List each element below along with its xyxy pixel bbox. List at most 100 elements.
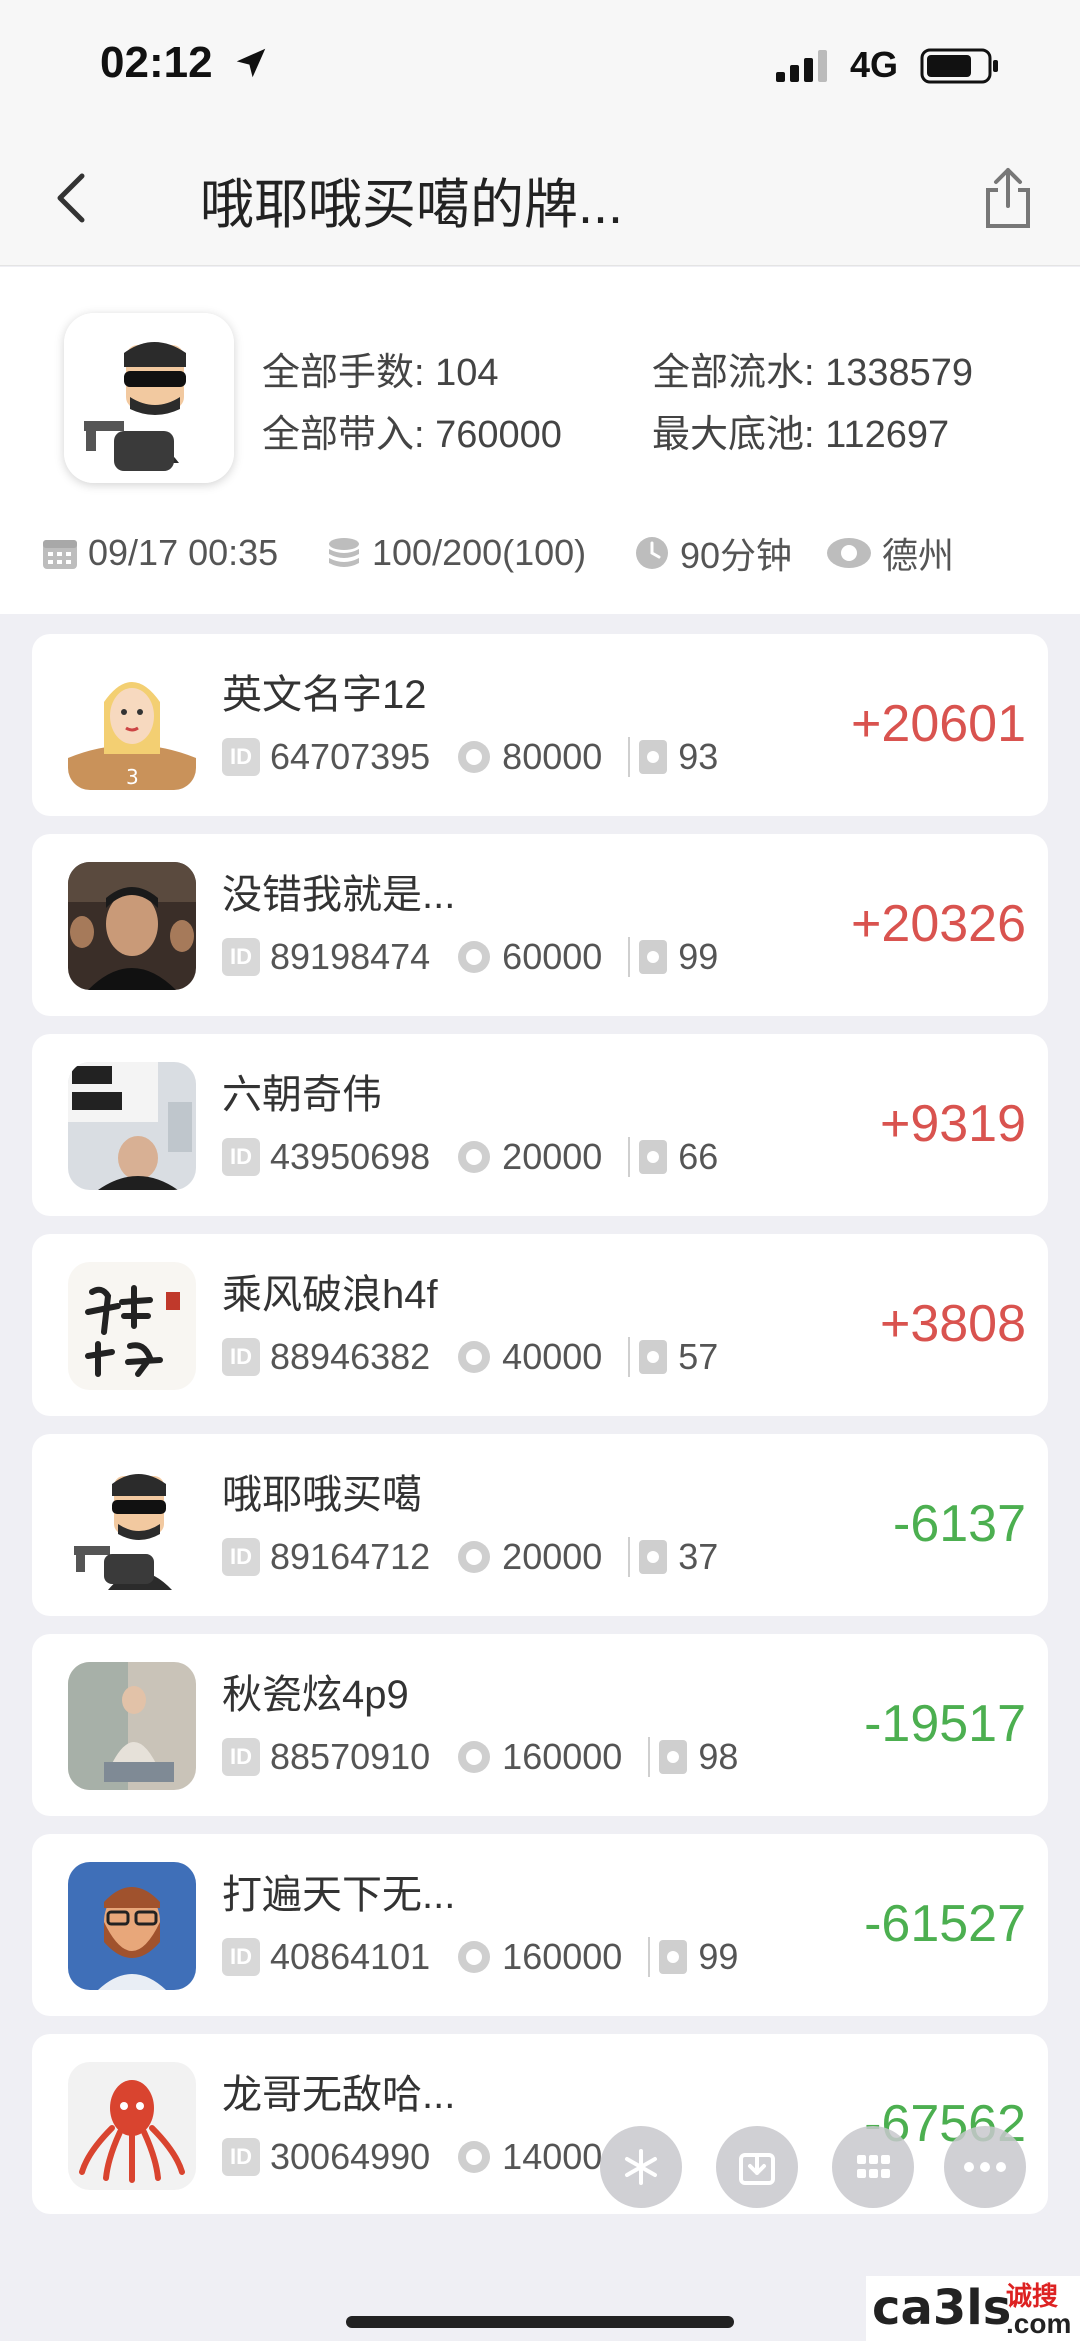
player-card[interactable]: 3 英文名字12 ID 64707395 80000 93 +20601 bbox=[32, 634, 1048, 816]
calendar-icon bbox=[43, 540, 77, 569]
player-id: 89164712 bbox=[270, 1536, 431, 1577]
player-card[interactable]: 打遍天下无... ID 40864101 160000 99 -61527 bbox=[32, 1834, 1048, 2016]
player-card[interactable]: 六朝奇伟 ID 43950698 20000 66 +9319 bbox=[32, 1034, 1048, 1216]
player-buyin: 20000 bbox=[502, 1136, 603, 1177]
share-icon[interactable] bbox=[978, 166, 1038, 230]
player-hands: 99 bbox=[678, 936, 719, 977]
chip-icon bbox=[458, 1541, 491, 1573]
max-pot: 最大底池: 112697 bbox=[652, 403, 949, 458]
player-stats: ID 89198474 60000 99 bbox=[222, 932, 718, 982]
player-buyin: 60000 bbox=[502, 936, 603, 977]
player-stats: ID 43950698 20000 66 bbox=[222, 1132, 718, 1182]
more-dots-icon bbox=[964, 2162, 1006, 2172]
player-stats: ID 88946382 40000 57 bbox=[222, 1332, 718, 1382]
player-avatar bbox=[68, 2062, 196, 2190]
total-flow: 全部流水: 1338579 bbox=[652, 341, 973, 396]
player-avatar bbox=[68, 1062, 196, 1190]
movie-photo-avatar-icon bbox=[68, 862, 196, 990]
player-id: 89198474 bbox=[270, 936, 431, 977]
player-buyin: 160000 bbox=[502, 1936, 623, 1977]
gangster-avatar-icon bbox=[68, 1462, 196, 1590]
max-pot-label: 最大底池: bbox=[652, 414, 815, 456]
game-blinds: 100/200(100) bbox=[326, 525, 586, 581]
player-buyin: 40000 bbox=[502, 1336, 603, 1377]
player-name: 英文名字12 bbox=[222, 673, 427, 717]
id-icon: ID bbox=[222, 738, 260, 776]
download-button[interactable] bbox=[716, 2126, 798, 2208]
battery-icon bbox=[920, 48, 998, 84]
chip-icon bbox=[458, 1941, 491, 1973]
location-arrow-icon bbox=[236, 48, 266, 78]
id-icon: ID bbox=[222, 1338, 260, 1376]
player-card[interactable]: 秋瓷炫4p9 ID 88570910 160000 98 -19517 bbox=[32, 1634, 1048, 1816]
player-name: 哦耶哦买噶 bbox=[222, 1473, 422, 1517]
player-hands: 99 bbox=[698, 1936, 739, 1977]
watermark-text: ca3ls bbox=[872, 2280, 1012, 2336]
player-id: 64707395 bbox=[270, 736, 431, 777]
chip-icon bbox=[458, 2141, 491, 2173]
game-duration: 90分钟 bbox=[634, 525, 792, 581]
total-buyin-label: 全部带入: bbox=[262, 414, 425, 456]
game-date: 09/17 00:35 bbox=[42, 525, 278, 581]
game-duration-value: 90分钟 bbox=[680, 535, 793, 576]
player-card[interactable]: 乘风破浪h4f ID 88946382 40000 57 +3808 bbox=[32, 1234, 1048, 1416]
player-stats: ID 64707395 80000 93 bbox=[222, 732, 718, 782]
player-name: 打遍天下无... bbox=[222, 1873, 456, 1917]
card-icon bbox=[659, 1740, 688, 1774]
sign-photo-avatar-icon bbox=[68, 1062, 196, 1190]
bearded-man-avatar-icon bbox=[68, 1862, 196, 1990]
clock-icon bbox=[636, 537, 668, 569]
player-card[interactable]: 没错我就是... ID 89198474 60000 99 +20326 bbox=[32, 834, 1048, 1016]
octopus-avatar-icon bbox=[68, 2062, 196, 2190]
player-stats: ID 40864101 160000 99 bbox=[222, 1932, 738, 1982]
coins-icon bbox=[329, 538, 359, 567]
id-icon: ID bbox=[222, 1938, 260, 1976]
player-avatar bbox=[68, 1262, 196, 1390]
chip-icon bbox=[458, 1741, 491, 1773]
more-button[interactable] bbox=[944, 2126, 1026, 2208]
player-score: +20326 bbox=[851, 895, 1026, 953]
player-hands: 66 bbox=[678, 1136, 719, 1177]
back-arrow-icon[interactable] bbox=[52, 170, 92, 226]
player-score: +9319 bbox=[879, 1095, 1026, 1153]
player-id: 40864101 bbox=[270, 1936, 431, 1977]
card-icon bbox=[659, 1940, 688, 1974]
grid-button[interactable] bbox=[832, 2126, 914, 2208]
nav-bar: 哦耶哦买噶的牌... bbox=[0, 130, 1080, 266]
player-id: 88946382 bbox=[270, 1336, 431, 1377]
player-hands: 57 bbox=[678, 1336, 719, 1377]
status-bar: 02:12 4G bbox=[0, 0, 1080, 130]
max-pot-value: 112697 bbox=[825, 414, 950, 456]
chip-icon bbox=[458, 1341, 491, 1373]
player-name: 没错我就是... bbox=[222, 873, 456, 917]
player-name: 龙哥无敌哈... bbox=[222, 2073, 456, 2117]
player-buyin: 20000 bbox=[502, 1536, 603, 1577]
id-icon: ID bbox=[222, 1538, 260, 1576]
player-score: +3808 bbox=[879, 1295, 1026, 1353]
total-hands-value: 104 bbox=[435, 352, 499, 394]
player-avatar: 3 bbox=[68, 662, 196, 790]
player-name: 六朝奇伟 bbox=[222, 1073, 382, 1117]
player-hands: 98 bbox=[698, 1736, 739, 1777]
player-stats: ID 88570910 160000 98 bbox=[222, 1732, 738, 1782]
status-time: 02:12 bbox=[100, 38, 213, 87]
game-date-value: 09/17 00:35 bbox=[88, 532, 279, 573]
id-icon: ID bbox=[222, 1738, 260, 1776]
network-label: 4G bbox=[850, 44, 899, 85]
svg-text:3: 3 bbox=[126, 765, 139, 789]
player-avatar bbox=[68, 1662, 196, 1790]
watermark-suffix: .com bbox=[1006, 2308, 1072, 2339]
player-avatar bbox=[68, 1862, 196, 1990]
sparkle-icon bbox=[625, 2149, 657, 2185]
girl-avatar-icon: 3 bbox=[68, 662, 196, 790]
player-avatar bbox=[68, 1462, 196, 1590]
star-button[interactable] bbox=[600, 2126, 682, 2208]
player-id: 30064990 bbox=[270, 2136, 431, 2177]
id-icon: ID bbox=[222, 938, 260, 976]
player-score: -6137 bbox=[893, 1495, 1026, 1553]
photo-avatar-icon bbox=[68, 1662, 196, 1790]
player-id: 88570910 bbox=[270, 1736, 431, 1777]
id-icon: ID bbox=[222, 2138, 260, 2176]
gangster-avatar-icon bbox=[64, 313, 234, 483]
player-card[interactable]: 哦耶哦买噶 ID 89164712 20000 37 -6137 bbox=[32, 1434, 1048, 1616]
